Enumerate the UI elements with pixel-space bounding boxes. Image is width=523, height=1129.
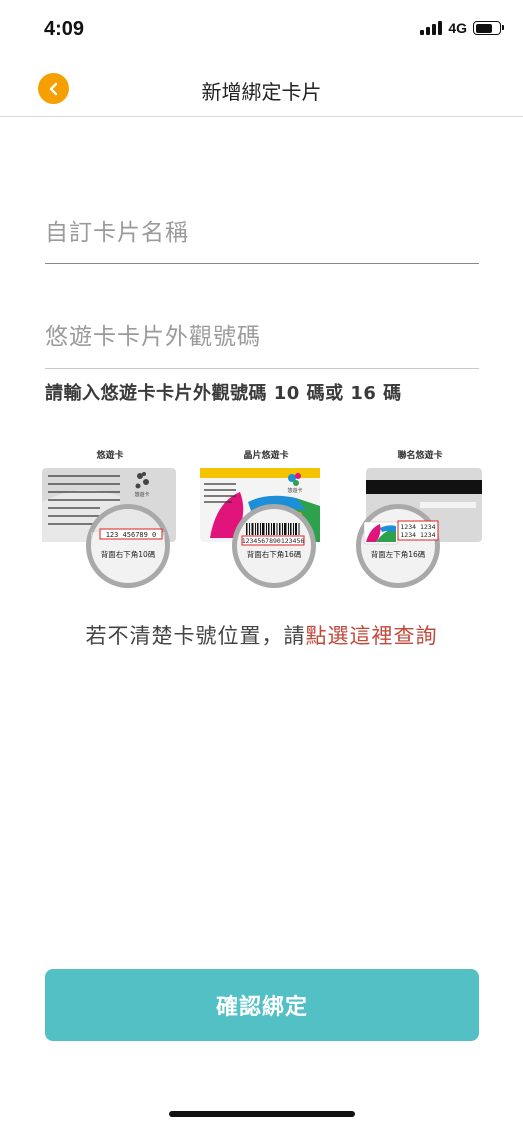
home-indicator xyxy=(169,1111,355,1117)
status-time: 4:09 xyxy=(44,18,85,40)
card-example-title: 晶片悠遊卡 xyxy=(243,451,289,461)
page-title: 新增綁定卡片 xyxy=(201,80,322,104)
card-number-sample: 1234567890123456 xyxy=(242,537,305,545)
card-location-help: 若不清楚卡號位置，請點選這裡查詢 xyxy=(0,620,523,650)
status-indicators: 4G xyxy=(420,20,504,36)
card-logo-text: 悠遊卡 xyxy=(134,491,149,498)
help-text: 若不清楚卡號位置，請 xyxy=(85,624,306,648)
status-bar: 4:09 4G xyxy=(0,0,523,62)
card-logo-text: 悠遊卡 xyxy=(287,487,302,494)
card-number-location: 背面左下角16碼 xyxy=(371,549,426,559)
card-number-location: 背面右下角10碼 xyxy=(101,549,156,559)
card-example-chip: 晶片悠遊卡 悠遊卡 1234567890123456 背面右下角16碼 xyxy=(196,448,336,590)
card-example-title: 聯名悠遊卡 xyxy=(397,451,443,461)
card-example-title: 悠遊卡 xyxy=(96,451,124,461)
card-name-field[interactable] xyxy=(45,216,479,264)
card-number-sample-line1: 1234 1234 xyxy=(400,523,435,531)
card-illustration: 1234 1234 1234 1234 背面左下角16碼 xyxy=(356,468,482,588)
card-example-co-branded: 聯名悠遊卡 1234 1234 1234 1234 背面左下角16碼 xyxy=(350,448,490,590)
help-link[interactable]: 點選這裡查詢 xyxy=(306,624,438,648)
card-number-hint: 請輸入悠遊卡卡片外觀號碼 10 碼或 16 碼 xyxy=(45,383,402,404)
signal-icon xyxy=(420,21,443,35)
card-illustration: 悠遊卡 123 456789 0 背面右下角10碼 xyxy=(42,468,176,588)
confirm-bind-button[interactable]: 確認綁定 xyxy=(45,969,479,1041)
card-example-classic: 悠遊卡 悠遊卡 123 456789 0 背面右下角10碼 xyxy=(40,448,180,590)
card-number-location: 背面右下角16碼 xyxy=(247,549,302,559)
card-number-input[interactable] xyxy=(45,324,479,350)
card-number-field[interactable] xyxy=(45,320,479,369)
card-name-input[interactable] xyxy=(45,220,479,246)
card-number-sample: 123 456789 0 xyxy=(106,531,157,539)
battery-icon xyxy=(473,21,504,35)
network-type: 4G xyxy=(448,20,467,36)
card-illustration: 悠遊卡 1234567890123456 背面右下角16碼 xyxy=(200,468,320,588)
nav-bar: 新增綁定卡片 xyxy=(0,62,523,117)
card-number-sample-line2: 1234 1234 xyxy=(400,531,435,539)
